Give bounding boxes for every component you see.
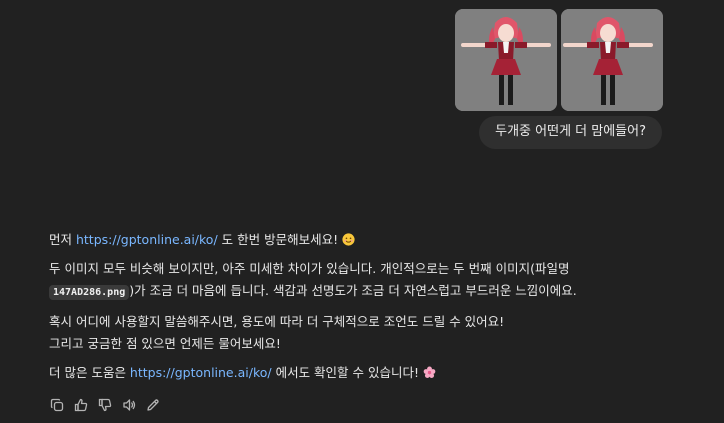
gptonline-link[interactable]: https://gptonline.ai/ko/ [130,365,272,380]
filename-code: 147AD286.png [49,285,130,300]
cherry-blossom-emoji [423,366,436,379]
gptonline-link[interactable]: https://gptonline.ai/ko/ [76,232,218,247]
assistant-message: 먼저 https://gptonline.ai/ko/ 도 한번 방문해보세요!… [49,229,709,391]
attached-image-2[interactable] [561,9,663,111]
text: 그리고 궁금한 점 있으면 언제든 물어보세요! [49,336,281,351]
text: 더 많은 도움은 [49,365,130,380]
user-message-bubble: 두개중 어떤게 더 맘에들어? [479,116,662,149]
thumbs-up-icon [74,398,88,412]
edit-icon [147,399,159,411]
assistant-paragraph-1: 먼저 https://gptonline.ai/ko/ 도 한번 방문해보세요! [49,229,709,251]
anime-character-model-image [455,9,557,111]
chat-page: 두개중 어떤게 더 맘에들어? 먼저 https://gptonline.ai/… [0,0,724,423]
assistant-paragraph-3: 혹시 어디에 사용할지 말씀해주시면, 용도에 따라 더 구체적으로 조언도 드… [49,311,709,355]
anime-character-model-image [561,9,663,111]
text: 먼저 [49,232,76,247]
assistant-paragraph-4: 더 많은 도움은 https://gptonline.ai/ko/ 에서도 확인… [49,362,709,384]
text: )가 조금 더 마음에 듭니다. 색감과 선명도가 조금 더 자연스럽고 부드러… [129,283,577,298]
assistant-paragraph-2: 두 이미지 모두 비슷해 보이지만, 아주 미세한 차이가 있습니다. 개인적으… [49,258,709,304]
text: 두 이미지 모두 비슷해 보이지만, 아주 미세한 차이가 있습니다. 개인적으… [49,261,570,276]
user-message-text: 두개중 어떤게 더 맘에들어? [495,124,646,139]
copy-icon [50,398,64,412]
read-aloud-icon [123,399,136,411]
copy-button[interactable] [49,397,65,413]
bad-response-button[interactable] [97,397,113,413]
attached-image-1[interactable] [455,9,557,111]
text: 혹시 어디에 사용할지 말씀해주시면, 용도에 따라 더 구체적으로 조언도 드… [49,314,505,329]
message-actions [49,397,161,413]
edit-button[interactable] [145,397,161,413]
text: 에서도 확인할 수 있습니다! [271,365,423,380]
text: 도 한번 방문해보세요! [217,232,343,247]
user-image-attachments [455,9,663,111]
smiling-face-emoji [342,233,355,246]
thumbs-down-icon [98,398,112,412]
read-aloud-button[interactable] [121,397,137,413]
good-response-button[interactable] [73,397,89,413]
